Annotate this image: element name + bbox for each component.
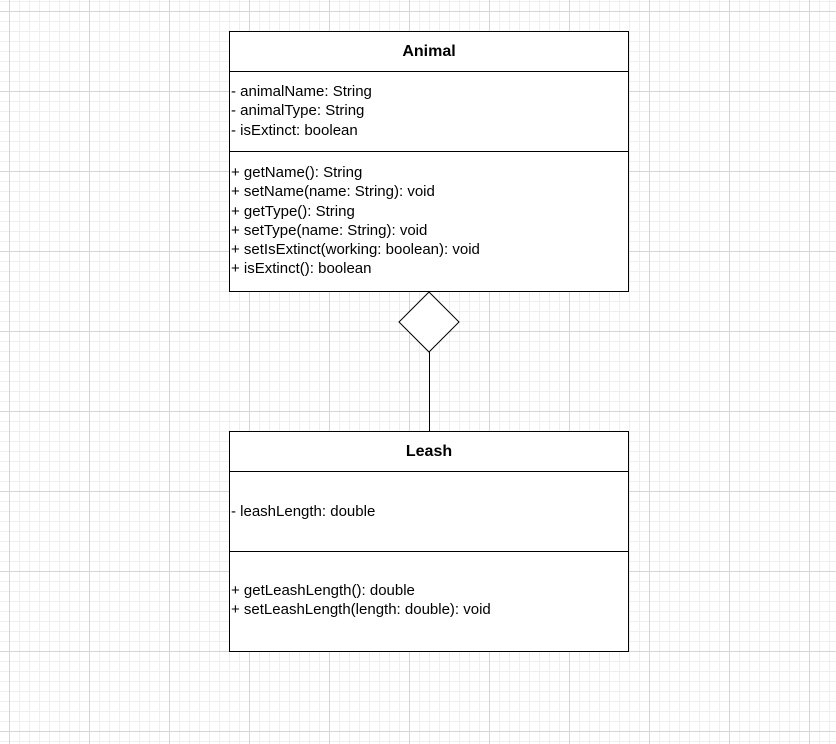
animal-method: + getName(): String <box>231 164 363 181</box>
animal-method: + getType(): String <box>231 202 355 220</box>
leash-attribute: - leashLength: double <box>231 502 376 520</box>
animal-methods-section: + getName(): String + setName(name: Stri… <box>230 152 628 292</box>
animal-method: + setType(name: String): void <box>231 221 428 239</box>
animal-attribute: - animalType: String <box>231 102 365 120</box>
animal-method: + isExtinct(): boolean <box>231 260 372 278</box>
animal-method: + setName(name: String): void <box>231 183 435 201</box>
leash-method: + getLeashLength(): double <box>231 582 415 599</box>
leash-class-box[interactable]: Leash - leashLength: double + getLeashLe… <box>229 431 629 652</box>
leash-methods-section: + getLeashLength(): double + setLeashLen… <box>230 552 628 652</box>
leash-attributes-section: - leashLength: double <box>230 472 628 552</box>
animal-class-name: Animal <box>230 32 628 72</box>
animal-attributes-section: - animalName: String - animalType: Strin… <box>230 72 628 152</box>
leash-class-name: Leash <box>230 432 628 472</box>
animal-attribute: - isExtinct: boolean <box>231 121 358 139</box>
animal-class-box[interactable]: Animal - animalName: String - animalType… <box>229 31 629 292</box>
animal-attribute: - animalName: String <box>231 83 372 100</box>
animal-method: + setIsExtinct(working: boolean): void <box>231 241 480 259</box>
leash-method: + setLeashLength(length: double): void <box>231 601 491 619</box>
aggregation-diamond <box>398 291 460 353</box>
